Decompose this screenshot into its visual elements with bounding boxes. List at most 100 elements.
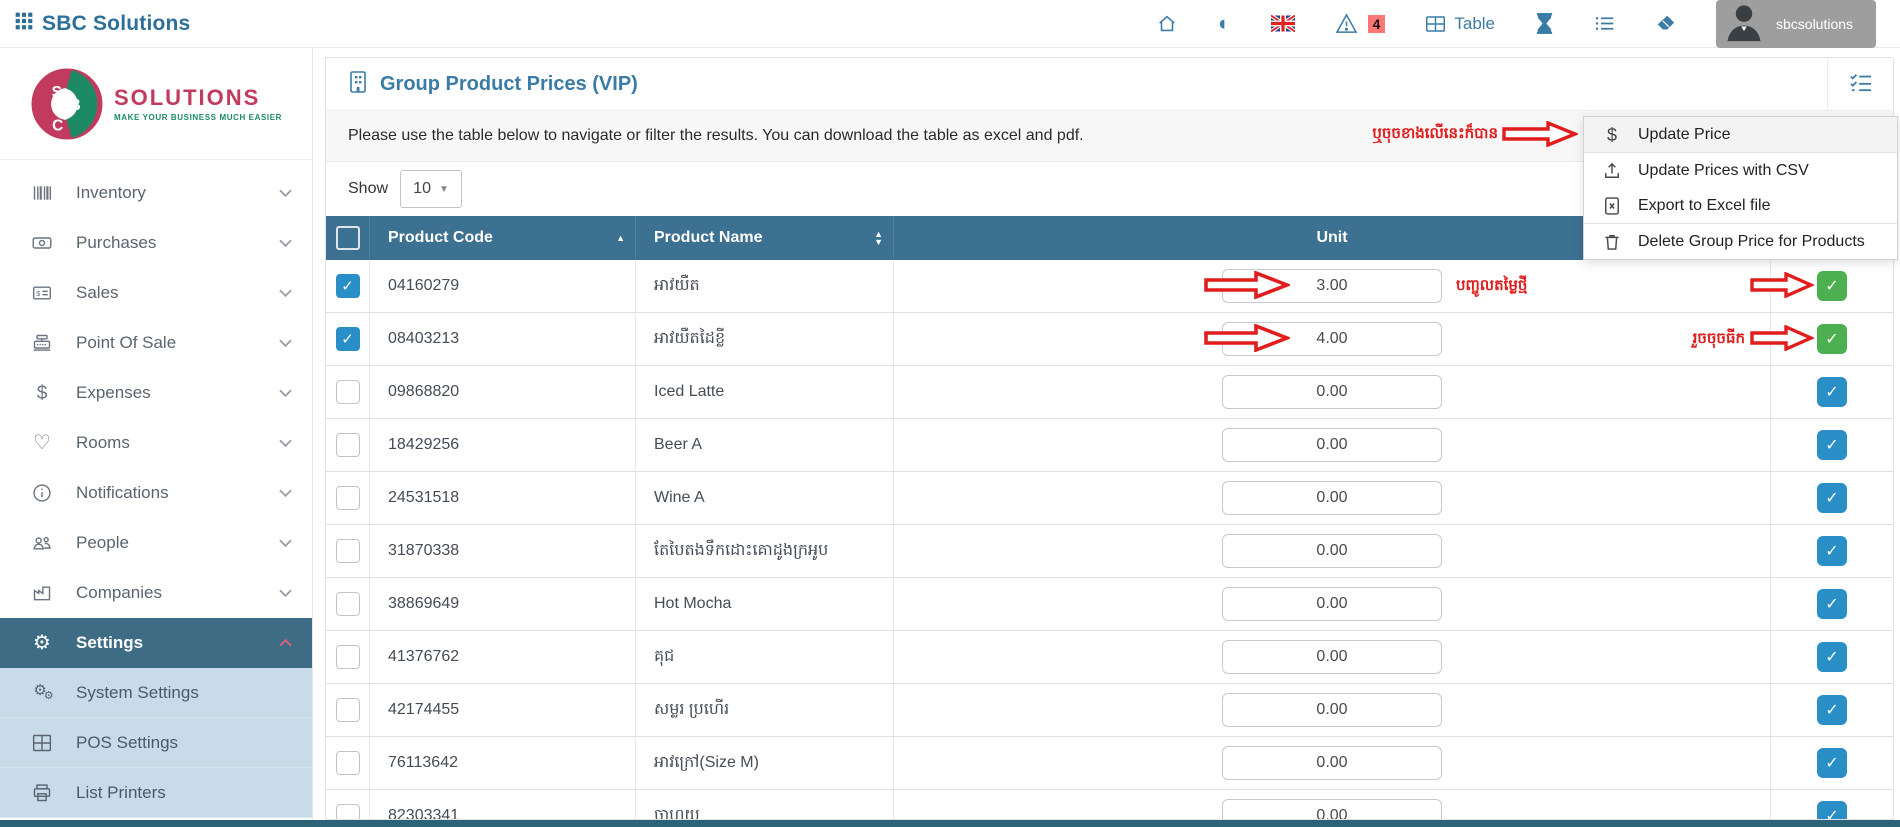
select-all-checkbox[interactable] [336,226,360,250]
confirm-price-button[interactable]: ✓ [1817,695,1847,725]
warning-icon [1335,13,1358,34]
user-menu[interactable]: sbcsolutions [1716,0,1876,48]
product-name-cell: ចាហួយ [636,790,894,820]
row1-input-arrow-icon [1204,271,1290,299]
action-cell: ✓ [1771,631,1893,683]
action-cell: ✓ [1771,525,1893,577]
unit-cell [894,472,1771,524]
menu-item-update-price[interactable]: $ Update Price [1584,117,1897,152]
row-checkbox[interactable] [336,698,360,722]
sidebar-item-notifications[interactable]: Notifications [0,468,312,518]
brand[interactable]: SBC Solutions [0,11,190,36]
unit-price-input[interactable] [1222,640,1442,674]
product-name-cell: Hot Mocha [636,578,894,630]
sidebar-item-label: Rooms [76,433,130,453]
svg-text:$: $ [36,289,41,298]
sidebar-item-people[interactable]: People [0,518,312,568]
confirm-price-button[interactable]: ✓ [1817,430,1847,460]
unit-price-input[interactable] [1222,375,1442,409]
sidebar-item-inventory[interactable]: Inventory [0,168,312,218]
sidebar-subitem-system-settings[interactable]: ⚙⚙ System Settings [0,668,312,718]
table-row: 24531518 Wine A ✓ [326,472,1893,525]
alerts-button[interactable]: 4 [1335,13,1386,34]
row-checkbox[interactable] [336,592,360,616]
product-code-cell: 08403213 [370,313,636,365]
row-select-cell: ✓ [326,313,370,365]
sidebar-item-sales[interactable]: $ Sales [0,268,312,318]
sales-icon: $ [30,283,54,303]
menu-item-update-prices-with-csv[interactable]: Update Prices with CSV [1584,153,1897,188]
unit-price-input[interactable] [1222,534,1442,568]
menu-item-export-to-excel-file[interactable]: Export to Excel file [1584,188,1897,223]
confirm-price-button[interactable]: ✓ [1817,801,1847,820]
row-checkbox[interactable] [336,486,360,510]
info-text: Please use the table below to navigate o… [348,127,1084,145]
bottom-scrollbar[interactable] [0,820,1900,827]
sidebar-item-expenses[interactable]: $ Expenses [0,368,312,418]
product-name-header-label: Product Name [654,229,762,247]
row-select-cell [326,631,370,683]
row-checkbox[interactable] [336,380,360,404]
row-checkbox[interactable]: ✓ [336,327,360,351]
language-flag-icon[interactable] [1271,15,1295,32]
sidebar-item-label: Sales [76,283,119,303]
list-icon[interactable] [1594,14,1615,33]
printers-icon [30,783,54,803]
confirm-price-button[interactable]: ✓ [1817,483,1847,513]
eraser-icon[interactable] [1655,14,1676,33]
confirm-price-button[interactable]: ✓ [1817,377,1847,407]
product-name-cell: គុជ [636,631,894,683]
brand-name: SBC Solutions [42,12,190,36]
sidebar-item-rooms[interactable]: ♡ Rooms [0,418,312,468]
system-settings-icon: ⚙⚙ [30,683,54,702]
menu-item-label: Update Price [1638,126,1731,144]
unit-price-input[interactable] [1222,799,1442,820]
table-view-button[interactable]: Table [1425,14,1495,34]
product-code-cell: 31870338 [370,525,636,577]
sidebar-subitem-pos-settings[interactable]: POS Settings [0,718,312,768]
confirm-price-button[interactable]: ✓ [1817,324,1847,354]
hourglass-icon[interactable] [1535,13,1554,34]
unit-header-label: Unit [1316,229,1347,247]
confirm-price-button[interactable]: ✓ [1817,271,1847,301]
excel-icon [1602,196,1622,216]
unit-price-input[interactable] [1222,693,1442,727]
unit-price-input[interactable] [1222,587,1442,621]
card-menu-button[interactable] [1827,58,1893,111]
sidebar-subitem-list-printers[interactable]: List Printers [0,768,312,818]
sidebar-item-point-of-sale[interactable]: Point Of Sale [0,318,312,368]
row-checkbox[interactable] [336,751,360,775]
product-code-header-label: Product Code [388,229,493,247]
top-bar: SBC Solutions ◐ 4 [0,0,1900,48]
chevron-down-icon [279,533,292,553]
sidebar-item-purchases[interactable]: Purchases [0,218,312,268]
row-checkbox[interactable] [336,539,360,563]
confirm-price-button[interactable]: ✓ [1817,536,1847,566]
confirm-price-button[interactable]: ✓ [1817,642,1847,672]
page-size-select[interactable]: 10 ▼ [400,170,462,208]
row-checkbox[interactable] [336,804,360,820]
column-header-product-code[interactable]: Product Code ▲ [370,216,636,260]
settings-icon: ⚙ [30,633,54,653]
sidebar-subitem-label: List Printers [76,783,166,803]
action-cell: ✓ [1771,366,1893,418]
row-checkbox[interactable]: ✓ [336,274,360,298]
chevron-down-icon [279,583,292,603]
click-tick-annotation: រួចចុចធីក [1580,329,1745,351]
product-code-cell: 42174455 [370,684,636,736]
contrast-icon[interactable]: ◐ [1218,13,1231,34]
unit-price-input[interactable] [1222,481,1442,515]
home-icon[interactable] [1156,13,1178,35]
show-label: Show [348,180,388,198]
column-header-product-name[interactable]: Product Name ▲▼ [636,216,894,260]
confirm-price-button[interactable]: ✓ [1817,589,1847,619]
row-checkbox[interactable] [336,433,360,457]
row-checkbox[interactable] [336,645,360,669]
table-icon [1425,15,1446,33]
unit-price-input[interactable] [1222,428,1442,462]
sidebar-item-settings[interactable]: ⚙ Settings [0,618,312,668]
menu-item-delete-group-price-for-products[interactable]: Delete Group Price for Products [1584,224,1897,259]
sidebar-item-companies[interactable]: Companies [0,568,312,618]
confirm-price-button[interactable]: ✓ [1817,748,1847,778]
unit-price-input[interactable] [1222,746,1442,780]
